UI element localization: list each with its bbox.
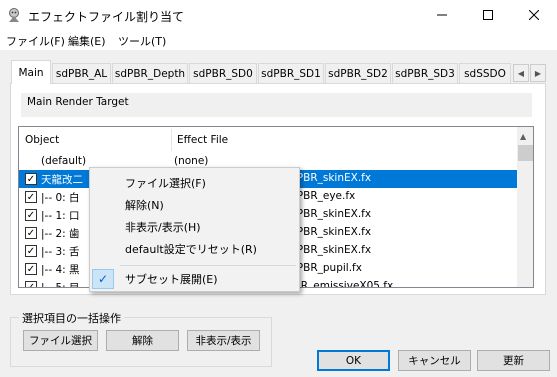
check-icon: ✓ [26,281,36,288]
row-object: |-- 3: 舌 [41,246,80,258]
minimize-button[interactable] [419,0,465,30]
row-object: (default) [41,155,87,167]
chevron-right-icon: ▶ [534,68,542,78]
menu-file[interactable]: ファイル(F) [6,33,65,49]
row-object: |-- 2: 歯 [41,228,80,240]
check-icon: ✓ [26,191,36,203]
context-item-release[interactable]: 解除(N) [92,195,297,215]
ok-button[interactable]: OK [317,350,390,371]
check-icon: ✓ [26,209,36,221]
bulk-release-button[interactable]: 解除 [106,330,179,351]
row-checkbox[interactable]: ✓ [25,209,37,221]
window-title: エフェクトファイル割り当て [28,10,185,24]
tab-sdpbr-sd0[interactable]: sdPBR_SD0 [189,63,257,83]
menu-tools[interactable]: ツール(T) [118,33,166,49]
maximize-button[interactable] [465,0,511,30]
app-icon [6,7,22,23]
context-separator [120,265,296,266]
row-checkbox[interactable]: ✓ [25,245,37,257]
tab-scroll-right-button[interactable]: ▶ [530,64,546,82]
bulk-operations-title: 選択項目の一括操作 [19,310,124,326]
context-menu: ファイル選択(F) 解除(N) 非表示/表示(H) default設定でリセット… [89,167,300,292]
row-checkbox[interactable]: ✓ [25,191,37,203]
menu-edit[interactable]: 編集(E) [68,33,106,49]
column-divider[interactable] [171,129,172,151]
row-checkbox[interactable]: ✓ [25,263,37,275]
close-button[interactable] [511,0,557,30]
row-object: 天龍改二 [41,174,83,186]
tab-main[interactable]: Main [11,60,51,84]
bulk-select-file-button[interactable]: ファイル選択 [23,330,98,351]
cancel-button[interactable]: キャンセル [398,350,471,371]
tab-sdpbr-depth[interactable]: sdPBR_Depth [112,63,188,83]
tab-sdpbr-sd3[interactable]: sdPBR_SD3 [392,63,458,83]
update-button[interactable]: 更新 [477,350,550,371]
row-checkbox[interactable]: ✓ [25,173,37,185]
tab-sdssdo[interactable]: sdSSDO [459,63,511,83]
check-icon: ✓ [26,245,36,257]
context-item-hide-show[interactable]: 非表示/表示(H) [92,217,297,237]
bulk-hide-show-button[interactable]: 非表示/表示 [187,330,260,351]
context-item-expand-subsets[interactable]: サブセット展開(E) [92,269,297,289]
row-effect-file: (none) [174,155,209,167]
row-object: |-- 4: 黒 [41,264,80,276]
scroll-up-icon[interactable]: ▲ [520,132,526,141]
tab-sdpbr-sd2[interactable]: sdPBR_SD2 [325,63,391,83]
row-checkbox[interactable]: ✓ [25,227,37,239]
check-icon: ✓ [26,173,36,185]
tab-scroll-left-button[interactable]: ◀ [513,64,529,82]
column-header-effect-file[interactable]: Effect File [177,127,377,153]
row-checkbox[interactable]: ✓ [25,281,37,288]
context-item-select-file[interactable]: ファイル選択(F) [92,173,297,193]
tab-sdpbr-al[interactable]: sdPBR_AL [52,63,111,83]
section-label: Main Render Target [21,93,532,117]
chevron-left-icon: ◀ [517,68,525,78]
row-object: |-- 1: 口 [41,210,80,222]
column-header-object[interactable]: Object [25,127,175,153]
row-object: |-- 0: 白 [41,192,80,204]
minimize-icon [437,14,447,16]
scrollbar-thumb[interactable] [518,145,533,161]
context-item-reset-default[interactable]: default設定でリセット(R) [92,239,297,259]
close-icon [529,10,539,20]
check-icon: ✓ [26,227,36,239]
maximize-icon [483,10,493,20]
vertical-scrollbar[interactable]: ▲ [517,127,533,287]
row-object: |-- 5: 目 [41,282,80,288]
tab-sdpbr-sd1[interactable]: sdPBR_SD1 [258,63,324,83]
check-icon: ✓ [26,263,36,275]
